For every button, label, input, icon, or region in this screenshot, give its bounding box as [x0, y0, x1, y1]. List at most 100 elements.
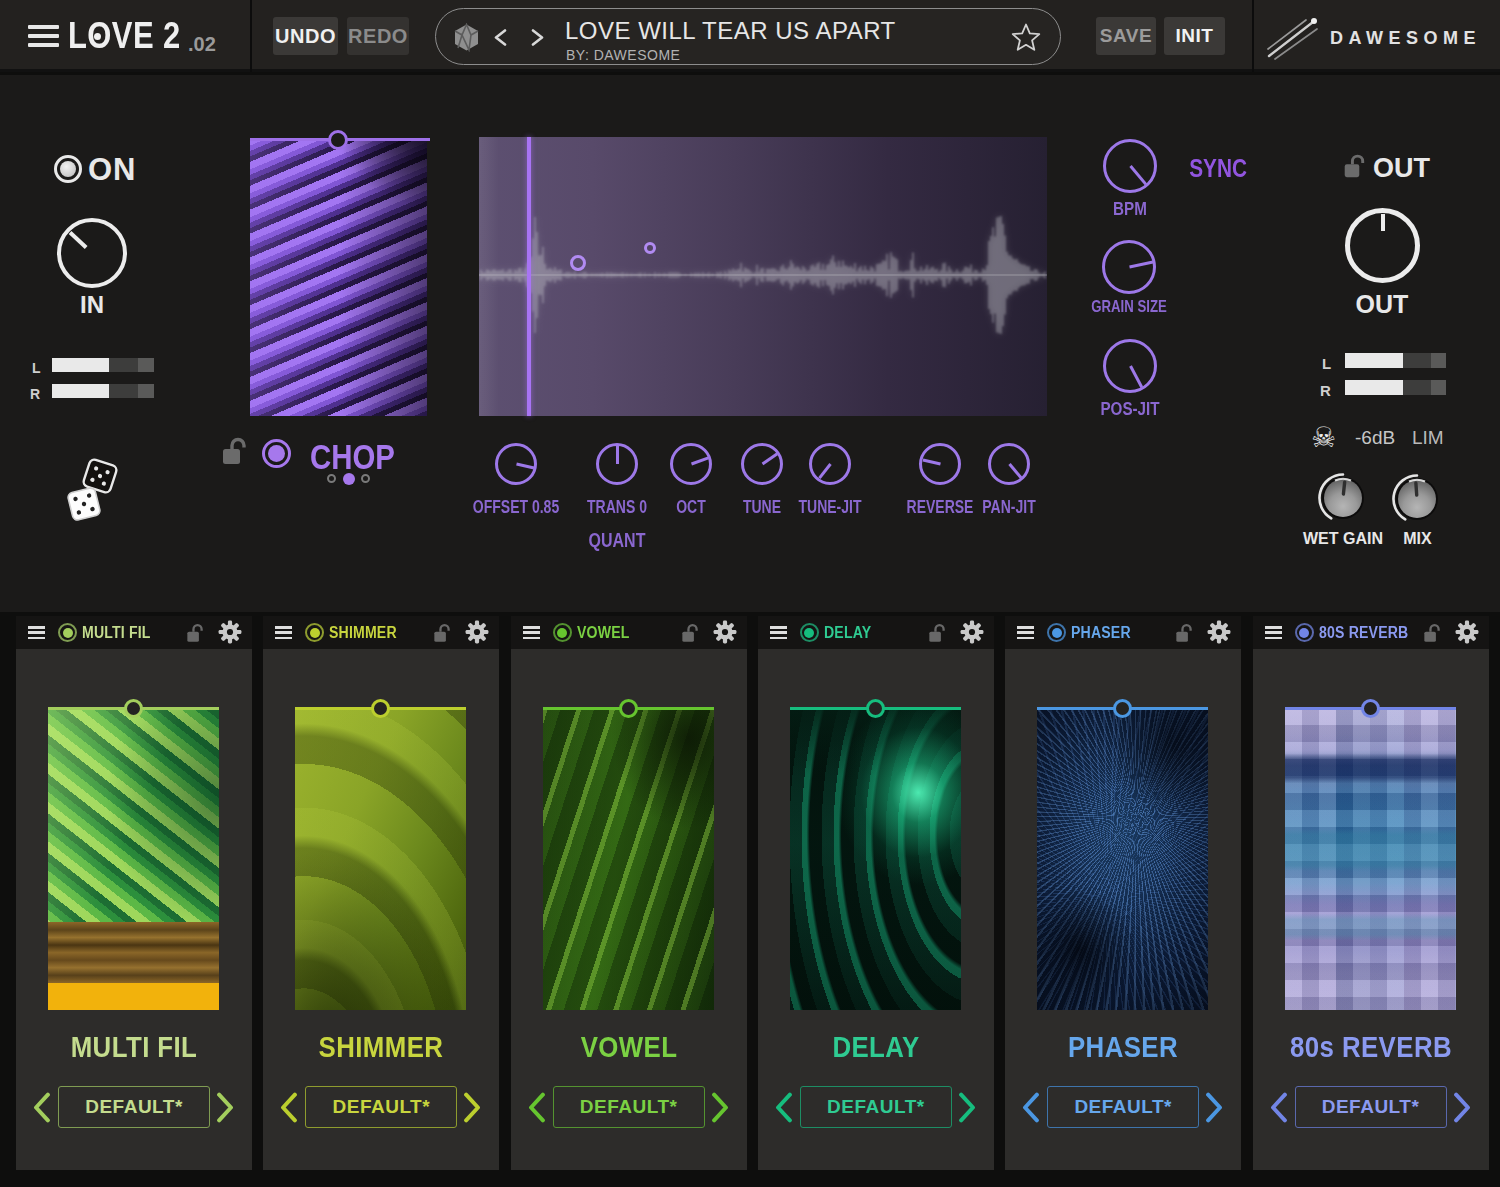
fx-module-card: 80S REVERB 80s REVERB DEFAULT*: [1253, 616, 1489, 1170]
fx-module-image: [295, 708, 466, 1010]
main-menu-icon[interactable]: [28, 25, 59, 47]
fx-settings-gear-icon[interactable]: [959, 619, 985, 645]
fx-enable-led[interactable]: [58, 623, 77, 642]
fx-lock-icon[interactable]: [186, 622, 205, 644]
limiter-lim-label[interactable]: LIM: [1412, 427, 1444, 449]
chop-page-dot-active[interactable]: [343, 473, 355, 485]
chop-page-dot[interactable]: [361, 474, 370, 483]
fx-preset-next-icon[interactable]: [215, 1092, 236, 1123]
preset-next-icon[interactable]: [528, 29, 546, 46]
fx-preset-prev-icon[interactable]: [1020, 1092, 1041, 1123]
fx-enable-led[interactable]: [553, 623, 572, 642]
power-on-toggle[interactable]: [54, 155, 82, 183]
input-meter-left: [52, 358, 154, 372]
fx-slider-handle[interactable]: [1361, 699, 1380, 718]
chop-lock-icon[interactable]: [221, 435, 249, 467]
fx-menu-icon[interactable]: [770, 626, 787, 639]
fx-preset-prev-icon[interactable]: [526, 1092, 547, 1123]
limiter-db-value[interactable]: -6dB: [1355, 427, 1395, 449]
app-version: .02: [188, 33, 216, 56]
fx-preset-prev-icon[interactable]: [278, 1092, 299, 1123]
fx-settings-gear-icon[interactable]: [217, 619, 243, 645]
limiter-skull-icon[interactable]: ☠: [1311, 421, 1336, 454]
redo-button[interactable]: REDO: [347, 17, 409, 55]
fx-settings-gear-icon[interactable]: [464, 619, 490, 645]
fx-menu-icon[interactable]: [523, 626, 540, 639]
tune-jit-knob[interactable]: [809, 443, 851, 485]
fx-preset-prev-icon[interactable]: [773, 1092, 794, 1123]
fx-preset-selector[interactable]: DEFAULT*: [58, 1086, 210, 1128]
fx-settings-gear-icon[interactable]: [1206, 619, 1232, 645]
fx-preset-next-icon[interactable]: [710, 1092, 731, 1123]
trans-0-knob[interactable]: [596, 443, 638, 485]
fx-enable-led[interactable]: [1295, 623, 1314, 642]
chop-page-dot[interactable]: [327, 474, 336, 483]
fx-preset-next-icon[interactable]: [1204, 1092, 1225, 1123]
fx-preset-prev-icon[interactable]: [31, 1092, 52, 1123]
fx-lock-icon[interactable]: [433, 622, 452, 644]
fx-slider-handle[interactable]: [124, 699, 143, 718]
grain-marker[interactable]: [570, 255, 586, 271]
pan-jit-knob[interactable]: [988, 443, 1030, 485]
fx-lock-icon[interactable]: [1423, 622, 1442, 644]
reverse-knob[interactable]: [919, 443, 961, 485]
knob-label: PAN-JIT: [953, 497, 1065, 518]
divider: [1252, 0, 1254, 72]
save-button[interactable]: SAVE: [1096, 17, 1156, 55]
fx-enable-led[interactable]: [305, 623, 324, 642]
fx-menu-icon[interactable]: [275, 626, 292, 639]
fx-preset-prev-icon[interactable]: [1268, 1092, 1289, 1123]
tune-knob[interactable]: [741, 443, 783, 485]
offset-0-85-knob[interactable]: [495, 443, 537, 485]
grain-marker[interactable]: [644, 242, 656, 254]
fx-enable-led[interactable]: [1047, 623, 1066, 642]
fx-lock-icon[interactable]: [1175, 622, 1194, 644]
out-lock-icon[interactable]: [1343, 152, 1367, 180]
fx-settings-gear-icon[interactable]: [712, 619, 738, 645]
fx-settings-gear-icon[interactable]: [1454, 619, 1480, 645]
fx-module-name: VOWEL: [527, 1030, 730, 1064]
fx-menu-icon[interactable]: [1017, 626, 1034, 639]
fx-preset-selector[interactable]: DEFAULT*: [305, 1086, 457, 1128]
fx-menu-icon[interactable]: [28, 626, 45, 639]
oct-knob[interactable]: [670, 443, 712, 485]
undo-button[interactable]: UNDO: [273, 17, 338, 55]
input-gain-knob[interactable]: [57, 218, 127, 288]
preset-prev-icon[interactable]: [492, 29, 510, 46]
bpm-knob[interactable]: [1103, 139, 1157, 193]
fx-header-title: MULTI FIL: [82, 624, 151, 642]
preset-byline: BY: DAWESOME: [566, 47, 680, 63]
output-gain-knob[interactable]: [1345, 208, 1420, 283]
dice-randomize-icon[interactable]: [62, 456, 122, 524]
preset-browser-pill[interactable]: LOVE WILL TEAR US APART BY: DAWESOME: [435, 8, 1061, 65]
chop-visual[interactable]: [250, 138, 427, 416]
fx-preset-next-icon[interactable]: [462, 1092, 483, 1123]
wet-gain-knob[interactable]: [1318, 473, 1368, 523]
preset-random-icon[interactable]: [452, 23, 481, 52]
favorite-star-icon[interactable]: [1010, 22, 1042, 53]
mix-label: MIX: [1395, 530, 1440, 548]
chop-slider-handle[interactable]: [328, 130, 348, 150]
fx-lock-icon[interactable]: [928, 622, 947, 644]
chop-active-radio[interactable]: [262, 439, 291, 468]
grain-size-knob[interactable]: [1102, 240, 1156, 294]
fx-slider-handle[interactable]: [866, 699, 885, 718]
fx-module-header: 80S REVERB: [1253, 616, 1489, 649]
waveform-playhead[interactable]: [527, 137, 531, 416]
fx-menu-icon[interactable]: [1265, 626, 1282, 639]
fx-slider-handle[interactable]: [619, 699, 638, 718]
fx-preset-selector[interactable]: DEFAULT*: [553, 1086, 705, 1128]
mix-knob[interactable]: [1392, 474, 1442, 524]
sync-label[interactable]: SYNC: [1189, 153, 1247, 184]
plugin-window: LOVE 2 .02 UNDO REDO LOVE WILL TEAR US A…: [0, 0, 1500, 1187]
init-button[interactable]: INIT: [1164, 17, 1225, 55]
fx-preset-selector[interactable]: DEFAULT*: [1047, 1086, 1199, 1128]
pos-jit-knob[interactable]: [1103, 339, 1157, 393]
fx-preset-selector[interactable]: DEFAULT*: [1295, 1086, 1447, 1128]
fx-module-card: SHIMMER SHIMMER DEFAULT*: [263, 616, 499, 1170]
fx-enable-led[interactable]: [800, 623, 819, 642]
fx-lock-icon[interactable]: [681, 622, 700, 644]
fx-preset-next-icon[interactable]: [957, 1092, 978, 1123]
fx-preset-selector[interactable]: DEFAULT*: [800, 1086, 952, 1128]
fx-preset-next-icon[interactable]: [1452, 1092, 1473, 1123]
